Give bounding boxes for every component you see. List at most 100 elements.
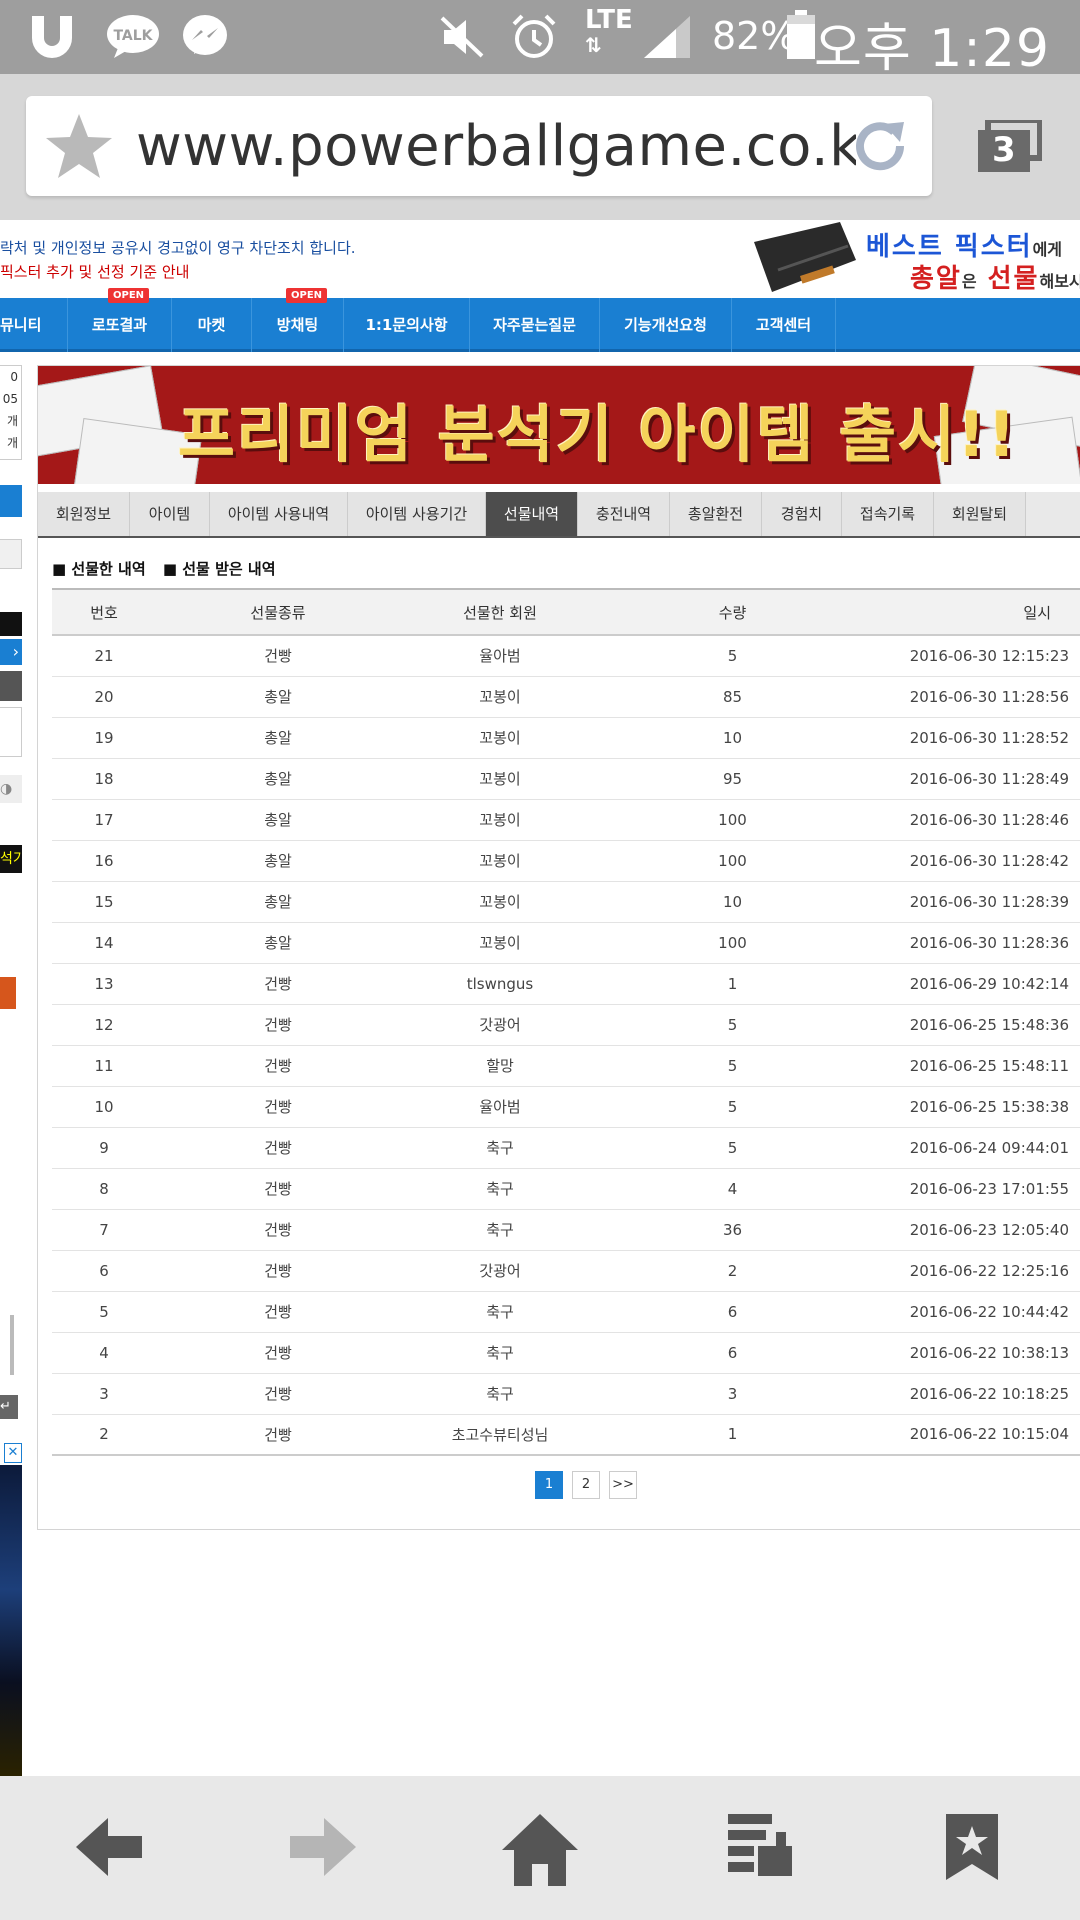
tab-charge-history[interactable]: 충전내역 [578, 492, 670, 536]
cell-sender[interactable]: 축구 [400, 1291, 600, 1333]
cell-sender[interactable]: 축구 [400, 1332, 600, 1374]
page-2-button[interactable]: 2 [572, 1471, 600, 1499]
sidebar-dark-button[interactable] [0, 671, 22, 701]
cell-sender[interactable]: 율아범 [400, 635, 600, 677]
cell-number: 11 [52, 1045, 156, 1087]
cell-sender[interactable]: tlswngus [400, 963, 600, 1005]
subtab-sent[interactable]: ■ 선물한 내역 [52, 560, 146, 578]
hero-banner[interactable]: 프리미엄 분석기 아이템 출시!! [38, 366, 1080, 484]
cell-sender[interactable]: 꼬봉이 [400, 676, 600, 718]
nav-community[interactable]: 뮤니티 [0, 298, 68, 352]
cell-sender[interactable]: 꼬봉이 [400, 758, 600, 800]
reader-icon[interactable] [726, 1812, 794, 1878]
tab-experience[interactable]: 경험치 [762, 492, 842, 536]
bookmark-icon[interactable] [944, 1812, 1000, 1882]
ad-line2-a: 총알 [910, 264, 962, 294]
cell-sender[interactable]: 꼬봉이 [400, 799, 600, 841]
col-quantity: 수량 [600, 588, 865, 636]
sidebar-enter-button[interactable]: ↵ [0, 1395, 18, 1419]
nav-feature-request[interactable]: 기능개선요청 [600, 298, 732, 352]
cell-sender[interactable]: 꼬봉이 [400, 881, 600, 923]
tab-member-info[interactable]: 회원정보 [38, 492, 130, 536]
cell-quantity: 3 [600, 1373, 865, 1415]
nav-one-to-one[interactable]: 1:1문의사항 [344, 298, 470, 352]
cell-quantity: 1 [600, 1414, 865, 1456]
cell-sender[interactable]: 꼬봉이 [400, 840, 600, 882]
cell-datetime: 2016-06-23 12:05:40 [865, 1209, 1080, 1251]
nav-customer-center[interactable]: 고객센터 [732, 298, 836, 352]
table-row: 7 건빵 축구 36 2016-06-23 12:05:40 [52, 1209, 1080, 1251]
home-icon[interactable] [500, 1812, 580, 1888]
subtab-received[interactable]: ■ 선물 받은 내역 [163, 560, 276, 578]
sidebar-blue-button[interactable] [0, 485, 22, 517]
cell-datetime: 2016-06-24 09:44:01 [865, 1127, 1080, 1169]
star-icon[interactable] [44, 112, 114, 180]
ad-banner[interactable]: 베스트 픽스터에게 총알은 선물해보시 [750, 220, 1080, 298]
tab-access-log[interactable]: 접속기록 [842, 492, 934, 536]
page-1-button[interactable]: 1 [535, 1471, 563, 1499]
tab-item-usage[interactable]: 아이템 사용내역 [210, 492, 348, 536]
cell-quantity: 10 [600, 881, 865, 923]
tab-withdraw[interactable]: 회원탈퇴 [934, 492, 1026, 536]
notice-pickster-link[interactable]: 픽스터 추가 및 선정 기준 안내 [0, 261, 189, 282]
battery-percent: 82% [712, 14, 797, 58]
cell-datetime: 2016-06-22 10:15:04 [865, 1414, 1080, 1456]
cell-sender[interactable]: 갓광어 [400, 1250, 600, 1292]
cell-gift-type: 총알 [156, 676, 400, 718]
tab-gift-history[interactable]: 선물내역 [486, 492, 578, 536]
table-header-row: 번호 선물종류 선물한 회원 수량 일시 [52, 588, 1080, 636]
url-text[interactable]: www.powerballgame.co.kr/ [136, 114, 856, 179]
cell-number: 10 [52, 1086, 156, 1128]
nav-room-chat[interactable]: 방채팅 OPEN [252, 288, 344, 352]
tab-switcher-button[interactable]: 3 [972, 120, 1042, 176]
cell-gift-type: 건빵 [156, 1086, 400, 1128]
sidebar-orange-button[interactable] [0, 977, 16, 1009]
cell-sender[interactable]: 축구 [400, 1127, 600, 1169]
sidebar-next-button[interactable]: › [0, 639, 22, 665]
reload-icon[interactable] [848, 114, 912, 178]
ad-line1-suffix: 에게 [1032, 240, 1063, 259]
sidebar-ad-image[interactable] [0, 1465, 22, 1776]
table-row: 14 총알 꼬봉이 100 2016-06-30 11:28:36 [52, 922, 1080, 964]
cell-sender[interactable]: 할망 [400, 1045, 600, 1087]
cell-sender[interactable]: 꼬봉이 [400, 922, 600, 964]
open-badge: OPEN [108, 288, 150, 303]
cell-quantity: 4 [600, 1168, 865, 1210]
table-row: 2 건빵 초고수뷰티성님 1 2016-06-22 10:15:04 [52, 1414, 1080, 1456]
cell-quantity: 10 [600, 717, 865, 759]
cell-quantity: 6 [600, 1291, 865, 1333]
cell-number: 4 [52, 1332, 156, 1374]
tab-item[interactable]: 아이템 [130, 492, 210, 536]
cell-sender[interactable]: 갓광어 [400, 1004, 600, 1046]
sidebar-audio-icon[interactable]: ◑ [0, 775, 22, 803]
sidebar-scrollbar[interactable] [10, 1315, 14, 1375]
cell-sender[interactable]: 축구 [400, 1373, 600, 1415]
nav-market[interactable]: 마켓 [172, 298, 252, 352]
cell-sender[interactable]: 축구 [400, 1168, 600, 1210]
tab-bullet-exchange[interactable]: 총알환전 [670, 492, 762, 536]
cell-datetime: 2016-06-25 15:38:38 [865, 1086, 1080, 1128]
cell-number: 17 [52, 799, 156, 841]
col-number: 번호 [52, 588, 156, 636]
cell-quantity: 5 [600, 1004, 865, 1046]
ad-line2-c: 선물 [987, 264, 1040, 294]
cell-quantity: 100 [600, 840, 865, 882]
cell-sender[interactable]: 율아범 [400, 1086, 600, 1128]
nav-lotto-result[interactable]: 로또결과 OPEN [68, 288, 172, 352]
back-arrow-icon[interactable] [74, 1812, 144, 1882]
cell-datetime: 2016-06-22 10:38:13 [865, 1332, 1080, 1374]
address-bar[interactable]: www.powerballgame.co.kr/ [26, 96, 932, 196]
cell-datetime: 2016-06-22 10:18:25 [865, 1373, 1080, 1415]
cell-number: 8 [52, 1168, 156, 1210]
cell-sender[interactable]: 초고수뷰티성님 [400, 1414, 600, 1456]
cell-sender[interactable]: 꼬봉이 [400, 717, 600, 759]
nav-faq[interactable]: 자주묻는질문 [470, 298, 600, 352]
gift-table: 번호 선물종류 선물한 회원 수량 일시 21 건빵 율아범 5 2016-06-30 … [52, 588, 1080, 1456]
cell-sender[interactable]: 축구 [400, 1209, 600, 1251]
gift-subtabs: ■ 선물한 내역 ■ 선물 받은 내역 [52, 558, 288, 579]
next-pages-button[interactable]: >> [609, 1471, 637, 1499]
tab-item-period[interactable]: 아이템 사용기간 [348, 492, 486, 536]
forward-arrow-icon[interactable] [288, 1812, 358, 1882]
sidebar-ad-close-icon[interactable]: ✕ [4, 1443, 22, 1463]
cell-gift-type: 건빵 [156, 1291, 400, 1333]
